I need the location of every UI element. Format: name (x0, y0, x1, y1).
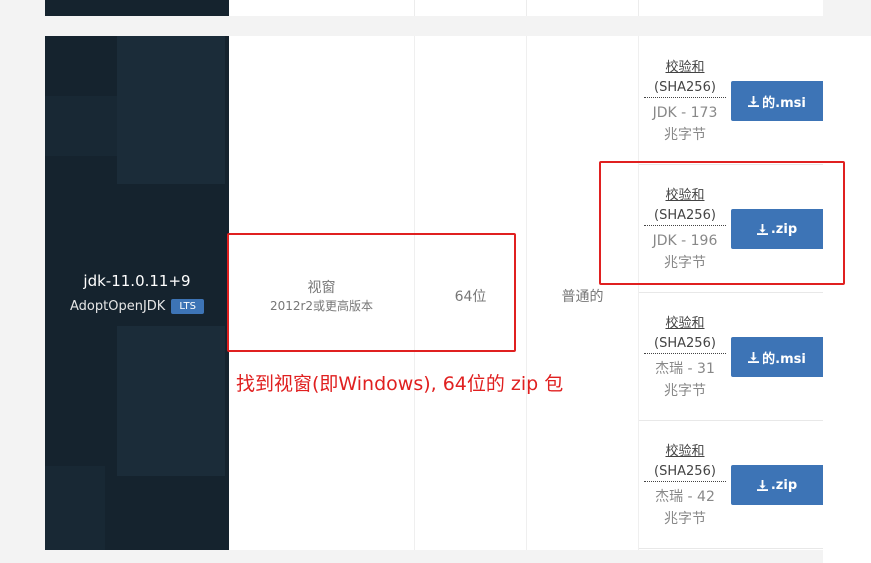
checksum-link-sha256[interactable]: (SHA256) (644, 79, 726, 98)
platform-highlight-box (227, 233, 516, 352)
zip-download-highlight-box (599, 161, 845, 285)
page-gutter-left (0, 36, 45, 563)
release-name: jdk-11.0.11+9 (83, 272, 191, 290)
row-divider (639, 420, 823, 421)
file-size: 杰瑞 - 42 (655, 489, 715, 505)
column-divider (638, 36, 639, 550)
row-divider (639, 548, 823, 549)
panel-pattern-tile (117, 326, 225, 476)
checksum-link-sha256[interactable]: (SHA256) (644, 335, 726, 354)
vendor-name: AdoptOpenJDK (70, 299, 166, 314)
download-icon (748, 351, 760, 363)
row-divider (639, 292, 823, 293)
download-msi-button[interactable]: 的.msi (731, 337, 823, 377)
file-size: JDK - 173 (652, 105, 718, 121)
download-icon (756, 479, 768, 491)
panel-pattern-tile (45, 466, 105, 550)
checksum-link[interactable]: 校验和 (641, 58, 729, 78)
download-icon (748, 95, 760, 107)
checksum-link[interactable]: 校验和 (641, 314, 729, 334)
column-divider (526, 0, 527, 16)
file-size-unit: 兆字节 (664, 127, 706, 143)
column-divider (414, 0, 415, 16)
column-divider (638, 0, 639, 16)
download-zip-button[interactable]: .zip (731, 465, 823, 505)
release-panel: jdk-11.0.11+9 AdoptOpenJDK LTS (45, 36, 229, 550)
file-size: 杰瑞 - 31 (655, 361, 715, 377)
checksum-link[interactable]: 校验和 (641, 442, 729, 462)
page-gutter-bottom (45, 550, 823, 563)
panel-pattern-tile (117, 36, 225, 184)
download-msi-button[interactable]: 的.msi (731, 81, 823, 121)
page-gutter-right (823, 36, 871, 563)
lts-badge: LTS (171, 299, 204, 314)
file-size-unit: 兆字节 (664, 511, 706, 527)
file-size-unit: 兆字节 (664, 383, 706, 399)
annotation-text: 找到视窗(即Windows), 64位的 zip 包 (236, 373, 564, 395)
previous-release-panel (45, 0, 229, 16)
download-button-label: 的.msi (762, 351, 806, 367)
checksum-link-sha256[interactable]: (SHA256) (644, 463, 726, 482)
download-button-label: 的.msi (762, 95, 806, 111)
panel-pattern-tile (45, 96, 117, 156)
jvm-type-label: 普通的 (561, 289, 604, 305)
download-button-label: .zip (770, 477, 798, 493)
vendor-line: AdoptOpenJDK LTS (45, 299, 229, 314)
